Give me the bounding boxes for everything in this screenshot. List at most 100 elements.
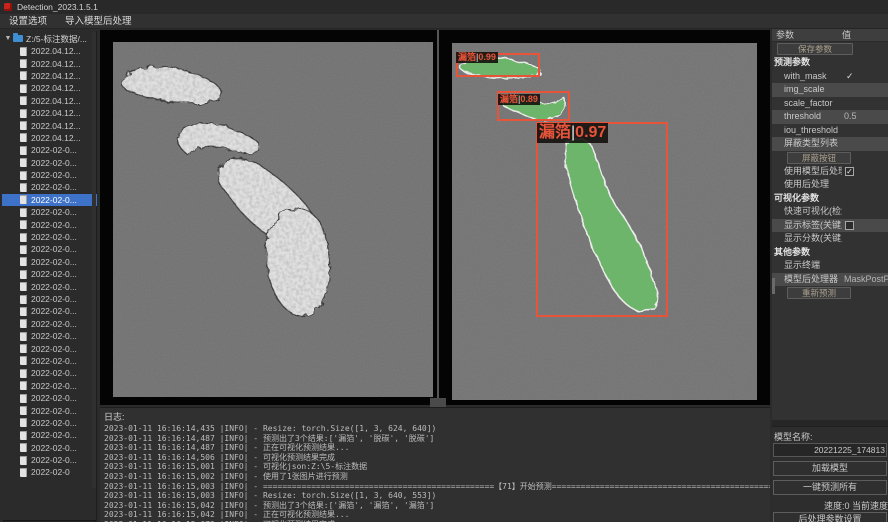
param-row[interactable]: 模型后处理器MaskPostPro (772, 273, 888, 287)
tree-item[interactable]: 2022-02-0... (2, 429, 97, 441)
params-header: 参数 值 (772, 29, 888, 42)
file-icon (20, 443, 27, 452)
menu-item-settings[interactable]: 设置选项 (0, 14, 56, 29)
param-row[interactable]: 显示分数(关键点) (772, 232, 888, 246)
tree-expand-arrow-icon[interactable]: ▼ (4, 35, 12, 42)
tree-item-label: 2022.04.12... (31, 46, 81, 56)
tree-item[interactable]: 2022-02-0... (2, 442, 97, 454)
predict-all-button[interactable]: 一键预测所有 (773, 480, 887, 495)
file-tree-list[interactable]: ▼ Z:/5-标注数据/... 2022.04.12...2022.04.12.… (2, 32, 97, 488)
tree-item[interactable]: 2022-02-0... (2, 404, 97, 416)
param-row[interactable]: 使用模型后处理✓ (772, 165, 888, 179)
tree-item[interactable]: 2022-02-0... (2, 380, 97, 392)
params-header-value: 值 (842, 29, 888, 41)
tree-item[interactable]: 2022-02-0... (2, 218, 97, 230)
tree-item[interactable]: 2022-02-0... (2, 280, 97, 292)
tree-scrollbar[interactable] (92, 32, 96, 488)
param-row[interactable]: img_scale (772, 83, 888, 97)
param-button[interactable]: 重新预测 (787, 287, 851, 299)
param-label: 显示分数(关键点) (772, 232, 842, 246)
model-name-field[interactable]: 20221225_174813 (773, 443, 887, 457)
model-panel: 模型名称: 20221225_174813 加载模型 一键预测所有 速度:0 当… (772, 420, 888, 522)
image-splitter[interactable] (437, 30, 439, 405)
tree-item[interactable]: 2022-02-0... (2, 181, 97, 193)
load-model-button[interactable]: 加载模型 (773, 461, 887, 476)
speed-status: 速度:0 当前速度 (772, 499, 888, 512)
param-value[interactable]: MaskPostPro (844, 273, 888, 287)
postprocess-settings-button[interactable]: 后处理参数设置 (773, 512, 887, 522)
tree-item-label: 2022-02-0... (31, 257, 77, 267)
tree-root-folder[interactable]: ▼ Z:/5-标注数据/... (2, 32, 97, 45)
file-icon (20, 406, 27, 415)
tree-item[interactable]: 2022-02-0... (2, 169, 97, 181)
tree-item[interactable]: 2022.04.12... (2, 107, 97, 119)
log-line: 2023-01-11 16:16:15,003 |INFO| - Resize:… (100, 491, 770, 501)
tree-item[interactable]: 2022.04.12... (2, 45, 97, 57)
tree-item[interactable]: 2022-02-0... (2, 256, 97, 268)
file-icon (20, 245, 27, 254)
param-checkbox[interactable]: ✓ (845, 167, 854, 176)
tree-item-label: 2022-02-0... (31, 443, 77, 453)
param-row[interactable]: 使用后处理 (772, 178, 888, 192)
tree-item[interactable]: 2022-02-0... (2, 342, 97, 354)
title-bar[interactable]: Detection_2023.1.5.1 (0, 0, 888, 14)
tree-item-label: 2022-02-0... (31, 418, 77, 428)
param-button[interactable]: 屏蔽按钮 (787, 152, 851, 164)
tree-item[interactable]: 2022-02-0... (2, 144, 97, 156)
param-row[interactable]: scale_factor (772, 97, 888, 111)
param-checkbox[interactable] (845, 221, 854, 230)
tree-item[interactable]: 2022-02-0... (2, 417, 97, 429)
param-row[interactable]: iou_threshold (772, 124, 888, 138)
file-icon (20, 183, 27, 192)
tree-item[interactable]: 2022-02-0... (2, 392, 97, 404)
tree-item[interactable]: 2022.04.12... (2, 132, 97, 144)
tree-item[interactable]: 2022-02-0... (2, 318, 97, 330)
file-icon (20, 257, 27, 266)
param-button[interactable]: 保存参数 (777, 43, 853, 55)
param-row[interactable]: threshold0.5 (772, 110, 888, 124)
tree-item[interactable]: 2022.04.12... (2, 82, 97, 94)
app-logo-icon (4, 3, 12, 11)
tree-item[interactable]: 2022-02-0... (2, 454, 97, 466)
file-icon (20, 418, 27, 427)
tree-item[interactable]: 2022-02-0... (2, 355, 97, 367)
param-row[interactable]: 屏蔽类型列表 (772, 137, 888, 151)
tree-item[interactable]: 2022.04.12... (2, 57, 97, 69)
param-row[interactable]: with_mask✓ (772, 70, 888, 84)
menu-bar: 设置选项 导入模型后处理 (0, 14, 888, 29)
tree-item[interactable]: 2022.04.12... (2, 70, 97, 82)
prediction-image-view[interactable]: 漏箔|0.99 漏箔|0.89 漏箔|0.97 (452, 43, 757, 400)
file-icon (20, 47, 27, 56)
tree-item[interactable]: 2022-02-0... (2, 157, 97, 169)
tree-item[interactable]: 2022.04.12... (2, 119, 97, 131)
param-row[interactable]: 显示标签(关键点) (772, 219, 888, 233)
tree-item[interactable]: 2022-02-0... (2, 194, 97, 206)
file-icon (20, 171, 27, 180)
tree-item[interactable]: 2022-02-0... (2, 367, 97, 379)
param-row[interactable]: 显示终端 (772, 259, 888, 273)
log-area[interactable]: 日志: 2023-01-11 16:16:14,435 |INFO| - Res… (100, 407, 770, 522)
file-icon (20, 208, 27, 217)
file-icon (20, 295, 27, 304)
tree-item-label: 2022.04.12... (31, 108, 81, 118)
tree-item[interactable]: 2022-02-0 (2, 466, 97, 478)
file-icon (20, 381, 27, 390)
tree-item[interactable]: 2022.04.12... (2, 95, 97, 107)
params-scrollbar[interactable] (772, 278, 775, 294)
menu-item-import-postprocess[interactable]: 导入模型后处理 (56, 14, 141, 29)
param-value[interactable]: 0.5 (844, 110, 857, 124)
tree-item[interactable]: 2022-02-0... (2, 330, 97, 342)
tree-item[interactable]: 2022-02-0... (2, 305, 97, 317)
tree-item[interactable]: 2022-02-0... (2, 268, 97, 280)
file-icon (20, 282, 27, 291)
file-icon (20, 307, 27, 316)
tree-item[interactable]: 2022-02-0... (2, 293, 97, 305)
file-icon (20, 96, 27, 105)
original-image-view[interactable] (113, 42, 433, 397)
param-row[interactable]: 快速可视化(检测) (772, 205, 888, 219)
detection-label-2: 漏箔|0.89 (498, 94, 540, 105)
tree-item[interactable]: 2022-02-0... (2, 206, 97, 218)
tree-item-label: 2022-02-0 (31, 467, 70, 477)
tree-item[interactable]: 2022-02-0... (2, 231, 97, 243)
tree-item[interactable]: 2022-02-0... (2, 243, 97, 255)
